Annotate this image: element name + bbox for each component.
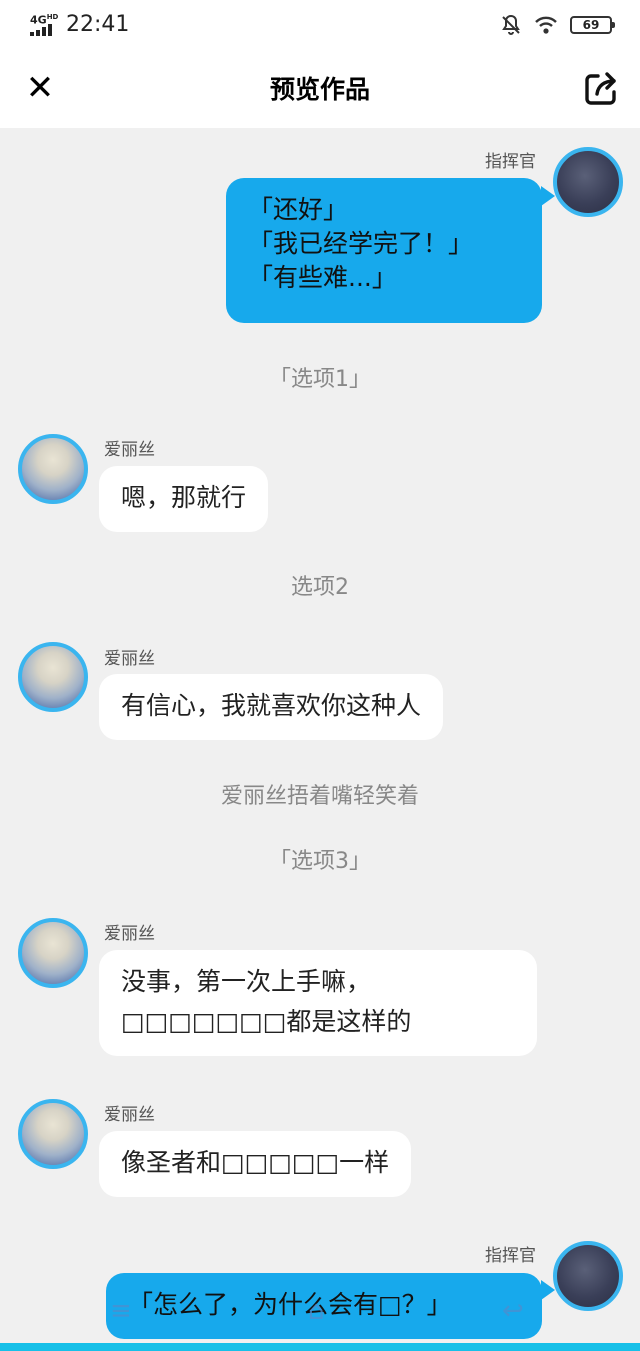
speaker-name: 指挥官	[485, 152, 536, 172]
wifi-icon	[535, 16, 557, 34]
avatar-alice[interactable]	[18, 642, 88, 712]
avatar-alice[interactable]	[18, 1099, 88, 1169]
message-bubble: 嗯，那就行	[99, 466, 269, 532]
avatar-commander[interactable]	[553, 147, 623, 217]
speaker-name: 爱丽丝	[104, 1105, 155, 1125]
narration: 「选项3」	[269, 849, 371, 874]
back-icon[interactable]: ↩	[502, 1296, 524, 1326]
chat-area[interactable]: 指挥官 「还好」 「我已经学完了！」 「有些难...」 「选项1」 爱丽丝 嗯，…	[0, 128, 640, 1351]
bubble-tail	[541, 186, 555, 206]
narration: 爱丽丝捂着嘴轻笑着	[220, 784, 419, 809]
narration: 「选项1」	[269, 367, 371, 392]
signal-icon	[30, 24, 52, 36]
speaker-name: 爱丽丝	[104, 440, 155, 460]
menu-icon[interactable]: ≡	[110, 1296, 132, 1326]
page-title: 预览作品	[269, 75, 370, 104]
battery-indicator: 69	[570, 16, 615, 34]
avatar-alice[interactable]	[18, 918, 88, 988]
status-bar: 4GHD 22:41 69	[0, 0, 640, 52]
message-bubble: 没事，第一次上手嘛， □□□□□□□都是这样的	[99, 950, 537, 1056]
bubble-tail	[541, 1280, 555, 1300]
speaker-name: 爱丽丝	[104, 924, 155, 944]
avatar-commander[interactable]	[553, 1241, 623, 1311]
narration: 选项2	[291, 575, 349, 600]
clock: 22:41	[66, 12, 130, 37]
message-row: 指挥官 「还好」 「我已经学完了！」 「有些难...」	[0, 128, 640, 328]
message-bubble: 「还好」 「我已经学完了！」 「有些难...」	[226, 178, 542, 323]
home-icon[interactable]: ⌂	[308, 1296, 325, 1326]
avatar-alice[interactable]	[18, 434, 88, 504]
speaker-name: 指挥官	[485, 1246, 536, 1266]
bottom-accent-bar	[0, 1343, 640, 1351]
share-icon[interactable]	[582, 70, 620, 108]
speaker-name: 爱丽丝	[104, 649, 155, 669]
message-bubble: 像圣者和□□□□□一样	[99, 1131, 412, 1197]
message-bubble: 有信心，我就喜欢你这种人	[99, 674, 444, 740]
mute-bell-icon	[502, 14, 520, 35]
header-bar: ✕ 预览作品	[0, 52, 640, 128]
